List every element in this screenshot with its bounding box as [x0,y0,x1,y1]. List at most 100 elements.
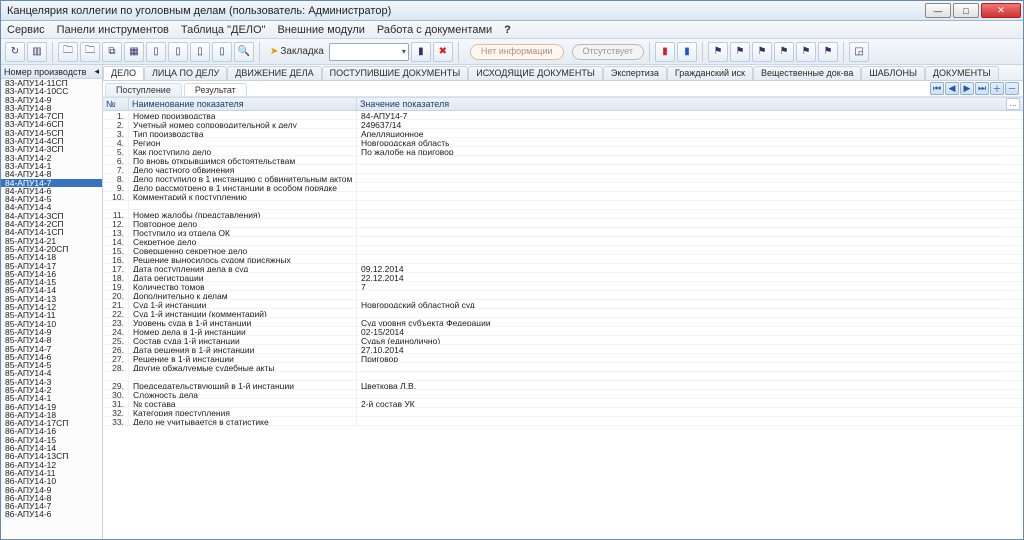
sidebar-item[interactable]: 83-АПУ14-6СП [1,120,102,128]
tool-folder2-icon[interactable]: 🗀 [80,42,100,62]
tool-doc-icon[interactable]: ▥ [27,42,47,62]
sidebar-list[interactable]: 83-АПУ14-11СП83-АПУ14-10СС83-АПУ14-983-А… [1,79,102,539]
subtab-incoming[interactable]: Поступление [105,83,182,96]
cell-value[interactable] [357,210,1023,218]
grid-row[interactable]: 31.№ состава2-й состав УК [103,399,1023,408]
grid-row[interactable]: 33.Дело не учитывается в статистике [103,417,1023,426]
tool-f3-icon[interactable]: ⚑ [752,42,772,62]
sidebar-item[interactable]: 84-АПУ14-5 [1,195,102,203]
cell-value[interactable]: Апелляционное [357,129,1023,137]
tool-red1-icon[interactable]: ▮ [655,42,675,62]
nav-first-icon[interactable]: ⏮ [930,82,944,95]
grid-row[interactable]: 18.Дата регистрации22.12.2014 [103,273,1023,282]
sidebar-item[interactable]: 83-АПУ14-10СС [1,87,102,95]
cell-value[interactable] [357,192,1023,200]
grid-row[interactable]: 13.Поступило из отдела ОК [103,228,1023,237]
subtab-result[interactable]: Результат [184,83,247,96]
tab[interactable]: Экспертиза [603,66,667,80]
sidebar-item[interactable]: 83-АПУ14-2 [1,154,102,162]
grid-row[interactable]: 14.Секретное дело [103,237,1023,246]
tool-find-icon[interactable]: 🔍 [234,42,254,62]
grid-row[interactable]: 24.Номер дела в 1-й инстанции02-15/2014 [103,327,1023,336]
cell-value[interactable]: 7 [357,282,1023,290]
sidebar-item[interactable]: 85-АПУ14-7 [1,345,102,353]
grid-row[interactable]: 29.Председательствующий в 1-й инстанцииЦ… [103,381,1023,390]
cell-value[interactable]: 249637/14 [357,120,1023,128]
sidebar-item[interactable]: 85-АПУ14-5 [1,361,102,369]
cell-value[interactable] [357,156,1023,164]
sidebar-item[interactable]: 83-АПУ14-9 [1,96,102,104]
sidebar-item[interactable]: 86-АПУ14-10 [1,477,102,485]
grid-row[interactable]: 19.Количество томов7 [103,282,1023,291]
sidebar-item[interactable]: 85-АПУ14-15 [1,278,102,286]
sidebar-item[interactable]: 83-АПУ14-5СП [1,129,102,137]
sidebar-header[interactable]: Номер производств ◂ [1,65,102,79]
cell-value[interactable]: 02-15/2014 [357,327,1023,335]
grid-row[interactable]: 26.Дата решения в 1-й инстанции27.10.201… [103,345,1023,354]
nav-del-icon[interactable]: － [1005,82,1019,95]
cell-value[interactable] [357,417,1023,425]
cell-value[interactable]: Новгородский областной суд [357,300,1023,308]
grid-row[interactable]: 6.По вновь открывшимся обстоятельствам [103,156,1023,165]
grid-row[interactable]: 8.Дело поступило в 1 инстанцию с обвинит… [103,174,1023,183]
menu-table[interactable]: Таблица "ДЕЛО" [181,24,266,36]
sidebar-item[interactable]: 85-АПУ14-16 [1,270,102,278]
sidebar-item[interactable]: 86-АПУ14-19 [1,403,102,411]
cell-value[interactable]: Приговор [357,354,1023,362]
sidebar-item[interactable]: 86-АПУ14-6 [1,510,102,518]
menu-docs[interactable]: Работа с документами [377,24,492,36]
cell-value[interactable] [357,363,1023,371]
cell-value[interactable] [357,255,1023,263]
tab[interactable]: ДВИЖЕНИЕ ДЕЛА [227,66,321,80]
sidebar-item[interactable]: 83-АПУ14-7СП [1,112,102,120]
grid-row[interactable]: 1.Номер производства84-АПУ14-7 [103,111,1023,120]
grid-row[interactable]: 21.Суд 1-й инстанцииНовгородский областн… [103,300,1023,309]
sidebar-item[interactable]: 85-АПУ14-12 [1,303,102,311]
sidebar-item[interactable]: 84-АПУ14-8 [1,170,102,178]
grid-row[interactable]: 4.РегионНовгородская область [103,138,1023,147]
menu-service[interactable]: Сервис [7,24,45,36]
sidebar-item[interactable]: 85-АПУ14-17 [1,262,102,270]
sidebar-item[interactable]: 86-АПУ14-16 [1,427,102,435]
tool-page1-icon[interactable]: ▯ [146,42,166,62]
cell-value[interactable] [357,372,1023,380]
cell-value[interactable]: Судья (единолично) [357,336,1023,344]
tool-page2-icon[interactable]: ▯ [168,42,188,62]
tool-f5-icon[interactable]: ⚑ [796,42,816,62]
tool-refresh-icon[interactable]: ↻ [5,42,25,62]
col-header-name[interactable]: Наименование показателя [129,98,357,110]
grid-row[interactable]: 2.Учетный номер сопроводительной к делу2… [103,120,1023,129]
tab[interactable]: ИСХОДЯЩИЕ ДОКУМЕНТЫ [468,66,603,80]
tool-cal-icon[interactable]: ▦ [124,42,144,62]
grid-row[interactable] [103,372,1023,381]
ellipsis-button[interactable]: … [1006,98,1020,110]
sidebar-item[interactable]: 86-АПУ14-17СП [1,419,102,427]
grid-row[interactable]: 3.Тип производстваАпелляционное [103,129,1023,138]
tool-bookmark-del-icon[interactable]: ✖ [433,42,453,62]
sidebar-item[interactable]: 85-АПУ14-13 [1,295,102,303]
cell-value[interactable] [357,183,1023,191]
grid-row[interactable]: 30.Сложность дела [103,390,1023,399]
cell-value[interactable] [357,291,1023,299]
cell-value[interactable]: Новгородская область [357,138,1023,146]
close-button[interactable]: ✕ [981,3,1021,18]
sidebar-item[interactable]: 85-АПУ14-6 [1,353,102,361]
cell-value[interactable] [357,201,1023,209]
cell-value[interactable] [357,246,1023,254]
sidebar-item[interactable]: 86-АПУ14-13СП [1,452,102,460]
nav-last-icon[interactable]: ⏭ [975,82,989,95]
col-header-value[interactable]: Значение показателя … [357,98,1023,110]
cell-value[interactable] [357,237,1023,245]
sidebar-item[interactable]: 84-АПУ14-1СП [1,228,102,236]
sidebar-item[interactable]: 86-АПУ14-14 [1,444,102,452]
grid-row[interactable]: 25.Состав суда 1-й инстанцииСудья (едино… [103,336,1023,345]
sidebar-item[interactable]: 85-АПУ14-3 [1,378,102,386]
tool-f1-icon[interactable]: ⚑ [708,42,728,62]
sidebar-item[interactable]: 83-АПУ14-1 [1,162,102,170]
maximize-button[interactable]: □ [953,3,979,18]
grid-row[interactable]: 11.Номер жалобы (представления) [103,210,1023,219]
sidebar-item[interactable]: 85-АПУ14-4 [1,369,102,377]
grid-row[interactable]: 12.Повторное дело [103,219,1023,228]
sidebar-item[interactable]: 83-АПУ14-4СП [1,137,102,145]
cell-value[interactable]: Цветкова Л.В. [357,381,1023,389]
